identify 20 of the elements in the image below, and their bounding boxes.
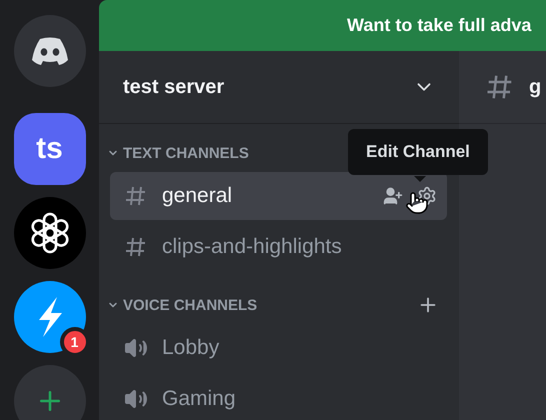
game-controller-logo-icon xyxy=(30,36,70,66)
speaker-icon xyxy=(124,336,148,360)
server-icon[interactable]: ts xyxy=(14,113,86,185)
category-name[interactable]: VOICE CHANNELS xyxy=(123,296,413,314)
speaker-icon xyxy=(124,387,148,411)
hash-icon xyxy=(124,235,148,259)
channel-title: g xyxy=(529,76,542,98)
hash-icon xyxy=(124,184,148,208)
channel-item[interactable]: Lobby xyxy=(110,324,447,372)
hand-pointer-cursor-icon xyxy=(405,191,429,215)
channel-item[interactable]: general xyxy=(110,172,447,220)
server-name: test server xyxy=(123,76,224,98)
channel-item[interactable]: clips-and-highlights xyxy=(110,223,447,271)
banner-text: Want to take full adva xyxy=(347,15,532,36)
tooltip: Edit Channel xyxy=(348,129,488,175)
channel-item[interactable]: Gaming xyxy=(110,375,447,420)
add-server-button[interactable] xyxy=(14,365,86,420)
add-member-icon[interactable] xyxy=(383,186,403,206)
settings-icon[interactable] xyxy=(417,186,437,206)
tooltip-arrow xyxy=(414,176,426,182)
